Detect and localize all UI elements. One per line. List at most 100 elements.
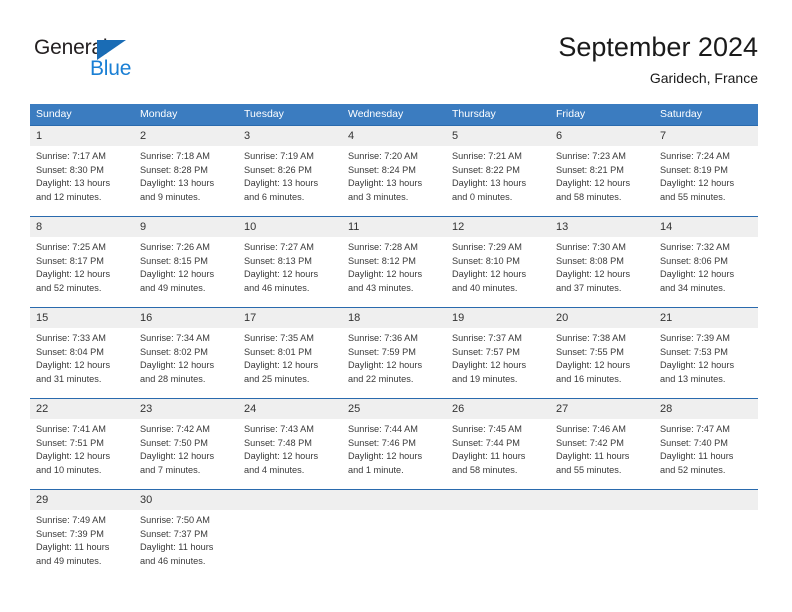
- day-cell: Sunrise: 7:45 AM Sunset: 7:44 PM Dayligh…: [446, 419, 550, 489]
- week-detail-band: Sunrise: 7:25 AM Sunset: 8:17 PM Dayligh…: [30, 237, 758, 307]
- sunrise-text: Sunrise: 7:35 AM: [244, 333, 314, 343]
- general-blue-logo: General Blue: [34, 36, 234, 88]
- day-number: 8: [36, 221, 43, 233]
- sunset-text: Sunset: 8:24 PM: [348, 164, 416, 175]
- day-number: 19: [452, 312, 465, 324]
- sunrise-text: Sunrise: 7:45 AM: [452, 424, 522, 434]
- daylight-text-line1: Daylight: 11 hours: [556, 451, 630, 462]
- sunrise-text: Sunrise: 7:50 AM: [140, 515, 210, 525]
- sunset-text: Sunset: 8:04 PM: [36, 346, 104, 357]
- day-number: 4: [348, 130, 355, 142]
- daylight-text-line2: and 37 minutes.: [556, 282, 622, 293]
- day-cell-empty: [238, 510, 342, 580]
- daylight-text-line1: Daylight: 12 hours: [244, 451, 319, 462]
- day-number: 2: [140, 130, 147, 142]
- day-number: 12: [452, 221, 465, 233]
- daylight-text-line2: and 6 minutes.: [244, 191, 305, 202]
- day-cell: Sunrise: 7:39 AM Sunset: 7:53 PM Dayligh…: [654, 328, 758, 398]
- weekday-monday: Monday: [140, 108, 178, 120]
- day-number: 13: [556, 221, 569, 233]
- weekday-friday: Friday: [556, 108, 586, 120]
- day-cell: Sunrise: 7:27 AM Sunset: 8:13 PM Dayligh…: [238, 237, 342, 307]
- sunset-text: Sunset: 7:46 PM: [348, 437, 416, 448]
- day-number-empty: [238, 490, 342, 510]
- day-cell: Sunrise: 7:24 AM Sunset: 8:19 PM Dayligh…: [654, 146, 758, 216]
- day-cell: Sunrise: 7:41 AM Sunset: 7:51 PM Dayligh…: [30, 419, 134, 489]
- sunset-text: Sunset: 8:21 PM: [556, 164, 624, 175]
- page-title: September 2024: [558, 32, 758, 62]
- sunset-text: Sunset: 7:37 PM: [140, 528, 208, 539]
- sunset-text: Sunset: 7:42 PM: [556, 437, 624, 448]
- calendar-week-row: 1 2 3 4 5 6 7 Sunrise: 7:17 AM Sunset: 8…: [30, 125, 758, 216]
- sunrise-text: Sunrise: 7:25 AM: [36, 242, 106, 252]
- sunset-text: Sunset: 8:26 PM: [244, 164, 312, 175]
- sunrise-text: Sunrise: 7:36 AM: [348, 333, 418, 343]
- daylight-text-line1: Daylight: 12 hours: [660, 178, 735, 189]
- sunrise-text: Sunrise: 7:19 AM: [244, 151, 314, 161]
- sunrise-text: Sunrise: 7:23 AM: [556, 151, 626, 161]
- sunrise-text: Sunrise: 7:17 AM: [36, 151, 106, 161]
- daylight-text-line2: and 25 minutes.: [244, 373, 310, 384]
- daylight-text-line1: Daylight: 12 hours: [556, 360, 631, 371]
- day-cell: Sunrise: 7:35 AM Sunset: 8:01 PM Dayligh…: [238, 328, 342, 398]
- day-cell: Sunrise: 7:50 AM Sunset: 7:37 PM Dayligh…: [134, 510, 238, 580]
- day-cell: Sunrise: 7:28 AM Sunset: 8:12 PM Dayligh…: [342, 237, 446, 307]
- day-cell: Sunrise: 7:30 AM Sunset: 8:08 PM Dayligh…: [550, 237, 654, 307]
- calendar-week-row: 8 9 10 11 12 13 14 Sunrise: 7:25 AM Suns…: [30, 216, 758, 307]
- sunset-text: Sunset: 8:13 PM: [244, 255, 312, 266]
- sunset-text: Sunset: 7:40 PM: [660, 437, 728, 448]
- weekday-wednesday: Wednesday: [348, 108, 404, 120]
- day-number: 25: [348, 403, 361, 415]
- daylight-text-line2: and 49 minutes.: [140, 282, 206, 293]
- day-number: 6: [556, 130, 563, 142]
- day-number-empty: [342, 490, 446, 510]
- day-cell: Sunrise: 7:33 AM Sunset: 8:04 PM Dayligh…: [30, 328, 134, 398]
- day-cell: Sunrise: 7:44 AM Sunset: 7:46 PM Dayligh…: [342, 419, 446, 489]
- day-cell-empty: [654, 510, 758, 580]
- calendar-week-row: 22 23 24 25 26 27 28 Sunrise: 7:41 AM Su…: [30, 398, 758, 489]
- daylight-text-line1: Daylight: 12 hours: [660, 360, 735, 371]
- day-number: 3: [244, 130, 251, 142]
- sunrise-text: Sunrise: 7:33 AM: [36, 333, 106, 343]
- daylight-text-line2: and 58 minutes.: [556, 191, 622, 202]
- sunset-text: Sunset: 8:28 PM: [140, 164, 208, 175]
- sunrise-text: Sunrise: 7:29 AM: [452, 242, 522, 252]
- sunset-text: Sunset: 8:06 PM: [660, 255, 728, 266]
- daylight-text-line2: and 40 minutes.: [452, 282, 518, 293]
- daylight-text-line1: Daylight: 13 hours: [140, 178, 215, 189]
- daylight-text-line1: Daylight: 12 hours: [556, 269, 631, 280]
- weekday-saturday: Saturday: [660, 108, 703, 120]
- sunrise-text: Sunrise: 7:43 AM: [244, 424, 314, 434]
- sunset-text: Sunset: 8:19 PM: [660, 164, 728, 175]
- week-daynumber-band: 22 23 24 25 26 27 28: [30, 399, 758, 419]
- daylight-text-line1: Daylight: 12 hours: [556, 178, 631, 189]
- day-number: 26: [452, 403, 465, 415]
- week-daynumber-band: 8 9 10 11 12 13 14: [30, 217, 758, 237]
- day-number: 30: [140, 494, 153, 506]
- day-cell: Sunrise: 7:46 AM Sunset: 7:42 PM Dayligh…: [550, 419, 654, 489]
- day-number: 20: [556, 312, 569, 324]
- day-cell: Sunrise: 7:26 AM Sunset: 8:15 PM Dayligh…: [134, 237, 238, 307]
- daylight-text-line1: Daylight: 12 hours: [452, 360, 527, 371]
- week-detail-band: Sunrise: 7:17 AM Sunset: 8:30 PM Dayligh…: [30, 146, 758, 216]
- day-cell: Sunrise: 7:21 AM Sunset: 8:22 PM Dayligh…: [446, 146, 550, 216]
- day-number: 18: [348, 312, 361, 324]
- sunrise-text: Sunrise: 7:41 AM: [36, 424, 106, 434]
- daylight-text-line1: Daylight: 12 hours: [348, 360, 423, 371]
- day-number: 7: [660, 130, 667, 142]
- daylight-text-line1: Daylight: 13 hours: [244, 178, 319, 189]
- week-detail-band: Sunrise: 7:49 AM Sunset: 7:39 PM Dayligh…: [30, 510, 758, 580]
- daylight-text-line1: Daylight: 12 hours: [348, 269, 423, 280]
- day-number: 14: [660, 221, 673, 233]
- day-number-empty: [446, 490, 550, 510]
- daylight-text-line2: and 31 minutes.: [36, 373, 102, 384]
- page-header: General Blue September 2024 Garidech, Fr…: [0, 0, 792, 100]
- daylight-text-line2: and 16 minutes.: [556, 373, 622, 384]
- sunrise-text: Sunrise: 7:18 AM: [140, 151, 210, 161]
- daylight-text-line1: Daylight: 12 hours: [140, 269, 215, 280]
- sunset-text: Sunset: 7:44 PM: [452, 437, 520, 448]
- sunrise-text: Sunrise: 7:20 AM: [348, 151, 418, 161]
- sunset-text: Sunset: 7:57 PM: [452, 346, 520, 357]
- daylight-text-line2: and 34 minutes.: [660, 282, 726, 293]
- day-cell: Sunrise: 7:38 AM Sunset: 7:55 PM Dayligh…: [550, 328, 654, 398]
